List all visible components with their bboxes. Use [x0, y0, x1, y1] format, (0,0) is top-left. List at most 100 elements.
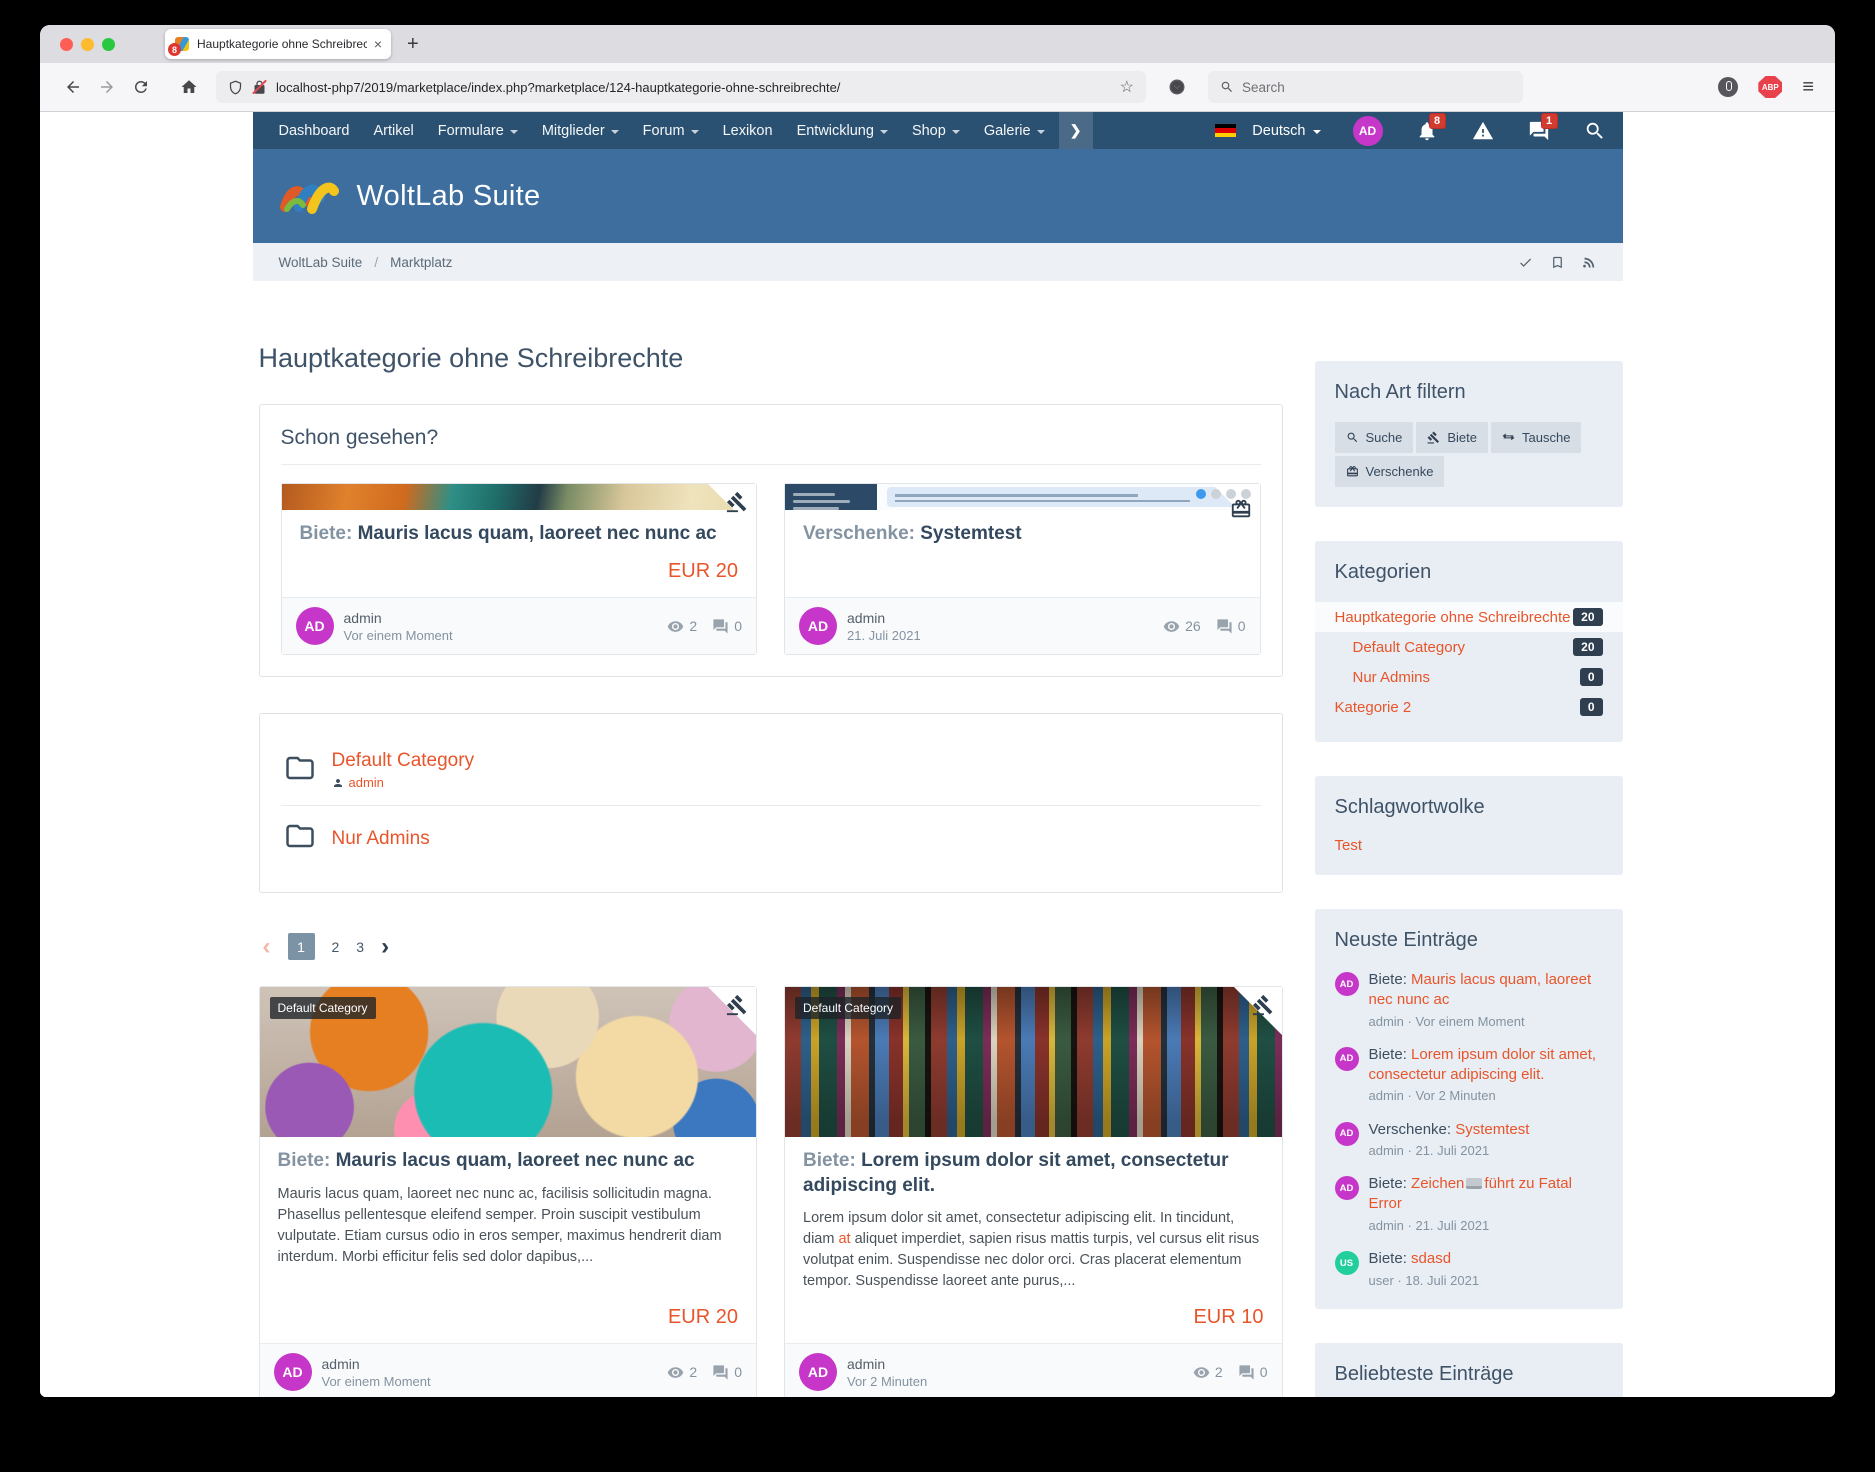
- entry-link[interactable]: Systemtest: [1455, 1121, 1529, 1138]
- entry-title-link[interactable]: Lorem ipsum dolor sit amet, consectetur …: [803, 1150, 1229, 1195]
- entry-card-1[interactable]: Default Category Biete: Mauris lacus qua…: [259, 986, 758, 1397]
- nav-item-dashboard[interactable]: Dashboard: [267, 112, 362, 149]
- seen-card-2[interactable]: Verschenke: Systemtest AD admin 21. Juli…: [784, 483, 1261, 655]
- entry-title-link[interactable]: Systemtest: [920, 523, 1021, 544]
- page-2-button[interactable]: 2: [332, 939, 340, 955]
- entry-title-link[interactable]: Mauris lacus quam, laoreet nec nunc ac: [336, 1150, 695, 1171]
- avatar[interactable]: AD: [1335, 972, 1359, 996]
- filter-verschenke-button[interactable]: Verschenke: [1335, 456, 1445, 487]
- forward-icon[interactable]: [90, 72, 124, 102]
- reload-icon[interactable]: [124, 72, 158, 102]
- rss-icon[interactable]: [1582, 255, 1597, 270]
- avatar[interactable]: AD: [799, 607, 837, 645]
- nav-item-forum[interactable]: Forum: [631, 112, 711, 149]
- category-link[interactable]: Default Category: [332, 750, 475, 772]
- site-title[interactable]: WoltLab Suite: [357, 180, 541, 213]
- category-badge[interactable]: Default Category: [270, 997, 376, 1019]
- pocket-icon[interactable]: [1160, 72, 1194, 102]
- author-name[interactable]: admin: [322, 1356, 431, 1372]
- new-tab-button[interactable]: +: [407, 33, 419, 56]
- menu-hamburger-icon[interactable]: ≡: [1802, 76, 1813, 99]
- sidebar-category-kategorie2[interactable]: Kategorie 2 0: [1335, 692, 1603, 722]
- minimize-window-button[interactable]: [81, 38, 94, 51]
- filter-biete-button[interactable]: Biete: [1416, 422, 1488, 453]
- moderation-button[interactable]: [1455, 112, 1511, 149]
- maximize-window-button[interactable]: [102, 38, 115, 51]
- bookmark-icon[interactable]: [1550, 255, 1565, 270]
- count-badge: 0: [1580, 698, 1603, 716]
- category-link[interactable]: Nur Admins: [332, 828, 430, 850]
- filter-suche-button[interactable]: Suche: [1335, 422, 1414, 453]
- breadcrumb-marktplatz[interactable]: Marktplatz: [390, 255, 452, 270]
- list-item[interactable]: AD Biete: Mauris lacus quam, laoreet nec…: [1335, 970, 1603, 1030]
- entry-link[interactable]: sdasd: [1411, 1250, 1451, 1267]
- nav-item-entwicklung[interactable]: Entwicklung: [785, 112, 900, 149]
- close-window-button[interactable]: [60, 38, 73, 51]
- filter-box: Nach Art filtern Suche Biete Tausche: [1315, 361, 1623, 507]
- list-item[interactable]: AD Biete: Zeichenführt zu Fatal Error ad…: [1335, 1174, 1603, 1234]
- tab-title: Hauptkategorie ohne Schreibrec: [197, 37, 367, 51]
- mark-read-check-icon[interactable]: [1518, 255, 1533, 270]
- breadcrumb-home[interactable]: WoltLab Suite: [279, 255, 363, 270]
- sidebar-category-default[interactable]: Default Category 20: [1335, 632, 1603, 662]
- nav-item-galerie[interactable]: Galerie: [972, 112, 1057, 149]
- category-row-nuradmins[interactable]: Nur Admins: [281, 805, 1261, 871]
- page-next-icon[interactable]: ›: [381, 937, 389, 957]
- author-name[interactable]: admin: [847, 1356, 927, 1372]
- avatar[interactable]: AD: [1335, 1176, 1359, 1200]
- password-extension-icon[interactable]: [1718, 77, 1738, 97]
- nav-overflow-button[interactable]: ❯: [1059, 112, 1093, 149]
- author-name[interactable]: admin: [344, 610, 453, 626]
- tab-close-icon[interactable]: ×: [374, 36, 382, 52]
- conversations-button[interactable]: 1: [1511, 112, 1567, 149]
- entry-title-link[interactable]: Mauris lacus quam, laoreet nec nunc ac: [358, 523, 717, 544]
- seen-card-1[interactable]: Biete: Mauris lacus quam, laoreet nec nu…: [281, 483, 758, 655]
- list-item[interactable]: AD Biete: Lorem ipsum dolor sit amet, co…: [1335, 1045, 1603, 1105]
- avatar[interactable]: US: [1335, 1251, 1359, 1275]
- adblock-extension-icon[interactable]: ABP: [1758, 76, 1782, 98]
- user-avatar[interactable]: AD: [1353, 116, 1383, 146]
- url-text[interactable]: localhost-php7/2019/marketplace/index.ph…: [276, 80, 1111, 95]
- page-3-button[interactable]: 3: [356, 939, 364, 955]
- search-button[interactable]: [1567, 112, 1623, 149]
- author-name[interactable]: admin: [847, 610, 921, 626]
- nav-item-formulare[interactable]: Formulare: [426, 112, 530, 149]
- woltlab-logo-icon[interactable]: [279, 173, 339, 219]
- avatar[interactable]: AD: [274, 1353, 312, 1391]
- list-item[interactable]: US Biete: sdasd user · 18. Juli 2021: [1335, 1249, 1603, 1289]
- nav-item-lexikon[interactable]: Lexikon: [711, 112, 785, 149]
- sidebar-category-nuradmins[interactable]: Nur Admins 0: [1335, 662, 1603, 692]
- entry-meta: user · 18. Juli 2021: [1369, 1272, 1480, 1289]
- category-row-default[interactable]: Default Category admin: [281, 735, 1261, 805]
- avatar[interactable]: AD: [296, 607, 334, 645]
- nav-item-mitglieder[interactable]: Mitglieder: [530, 112, 631, 149]
- avatar[interactable]: AD: [799, 1353, 837, 1391]
- notifications-button[interactable]: 8: [1399, 112, 1455, 149]
- home-icon[interactable]: [172, 72, 206, 102]
- shield-icon[interactable]: [228, 80, 243, 95]
- nav-item-artikel[interactable]: Artikel: [361, 112, 425, 149]
- insecure-lock-icon[interactable]: [252, 80, 267, 95]
- comments-icon: [1238, 1364, 1255, 1381]
- entry-card-2[interactable]: Default Category Biete: Lorem ipsum dolo…: [784, 986, 1283, 1397]
- back-icon[interactable]: [56, 72, 90, 102]
- avatar[interactable]: AD: [1335, 1047, 1359, 1071]
- sidebar-category-hauptkategorie[interactable]: Hauptkategorie ohne Schreibrechte 20: [1315, 602, 1623, 632]
- list-item[interactable]: AD Verschenke: Systemtest admin · 21. Ju…: [1335, 1120, 1603, 1160]
- nav-item-shop[interactable]: Shop: [900, 112, 972, 149]
- avatar[interactable]: AD: [1335, 1122, 1359, 1146]
- favicon-notification-badge: 8: [168, 43, 181, 56]
- url-bar[interactable]: localhost-php7/2019/marketplace/index.ph…: [216, 71, 1146, 103]
- page-1-button[interactable]: 1: [288, 933, 315, 960]
- category-author-link[interactable]: admin: [349, 775, 384, 790]
- chevron-down-icon: [880, 130, 888, 134]
- language-selector[interactable]: Deutsch: [1215, 123, 1336, 139]
- tag-link[interactable]: Test: [1335, 837, 1363, 854]
- carousel-dots[interactable]: [1196, 489, 1251, 499]
- filter-tausche-button[interactable]: Tausche: [1491, 422, 1581, 453]
- search-bar[interactable]: Search: [1208, 71, 1523, 103]
- browser-tab[interactable]: 8 Hauptkategorie ohne Schreibrec ×: [165, 29, 391, 59]
- search-icon: [1346, 431, 1359, 444]
- category-badge[interactable]: Default Category: [795, 997, 901, 1019]
- bookmark-star-icon[interactable]: ☆: [1120, 77, 1134, 97]
